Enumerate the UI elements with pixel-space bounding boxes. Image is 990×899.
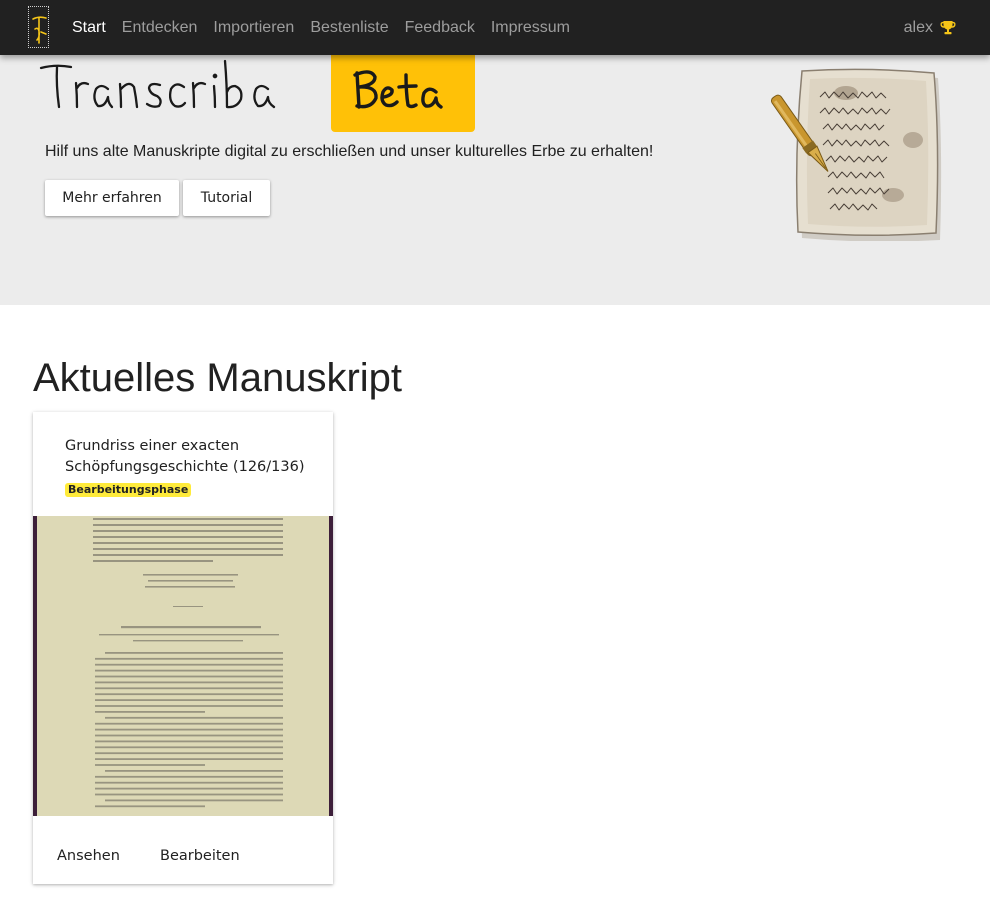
status-badge: Bearbeitungsphase [65, 483, 192, 497]
main-nav: Start Entdecken Importieren Bestenliste … [64, 0, 578, 55]
learn-more-button[interactable]: Mehr erfahren [45, 180, 179, 216]
nav-link-importieren[interactable]: Importieren [205, 0, 302, 55]
tutorial-button[interactable]: Tutorial [183, 180, 270, 216]
nav-link-feedback[interactable]: Feedback [397, 0, 483, 55]
transcriba-wordmark [39, 59, 276, 109]
edit-button[interactable]: Bearbeiten [160, 848, 240, 864]
nav-link-entdecken[interactable]: Entdecken [114, 0, 206, 55]
card-actions: Ansehen Bearbeiten [33, 838, 333, 878]
hero-jumbotron: Hilf uns alte Manuskripte digital zu ers… [0, 55, 990, 305]
trophy-icon [940, 21, 956, 35]
manuscript-quill-illustration [770, 68, 942, 241]
nav-link-bestenliste[interactable]: Bestenliste [302, 0, 396, 55]
brand-logo[interactable] [28, 6, 49, 48]
transcriba-logo-icon [32, 16, 47, 44]
username-label: alex [903, 18, 933, 36]
hero-tagline: Hilf uns alte Manuskripte digital zu ers… [45, 143, 654, 160]
section-title-current-manuscript: Aktuelles Manuskript [33, 356, 403, 400]
manuscript-card: Grundriss einer exacten Schöpfungsgeschi… [33, 412, 333, 884]
user-menu[interactable]: alex [904, 0, 956, 55]
beta-badge [331, 55, 475, 132]
top-navbar: Start Entdecken Importieren Bestenliste … [0, 0, 990, 55]
manuscript-title[interactable]: Grundriss einer exacten Schöpfungsgeschi… [65, 436, 315, 478]
view-button[interactable]: Ansehen [57, 848, 120, 864]
beta-wordmark [353, 70, 443, 109]
nav-link-start[interactable]: Start [64, 0, 114, 55]
manuscript-page-thumbnail[interactable] [33, 516, 333, 816]
nav-link-impressum[interactable]: Impressum [483, 0, 578, 55]
